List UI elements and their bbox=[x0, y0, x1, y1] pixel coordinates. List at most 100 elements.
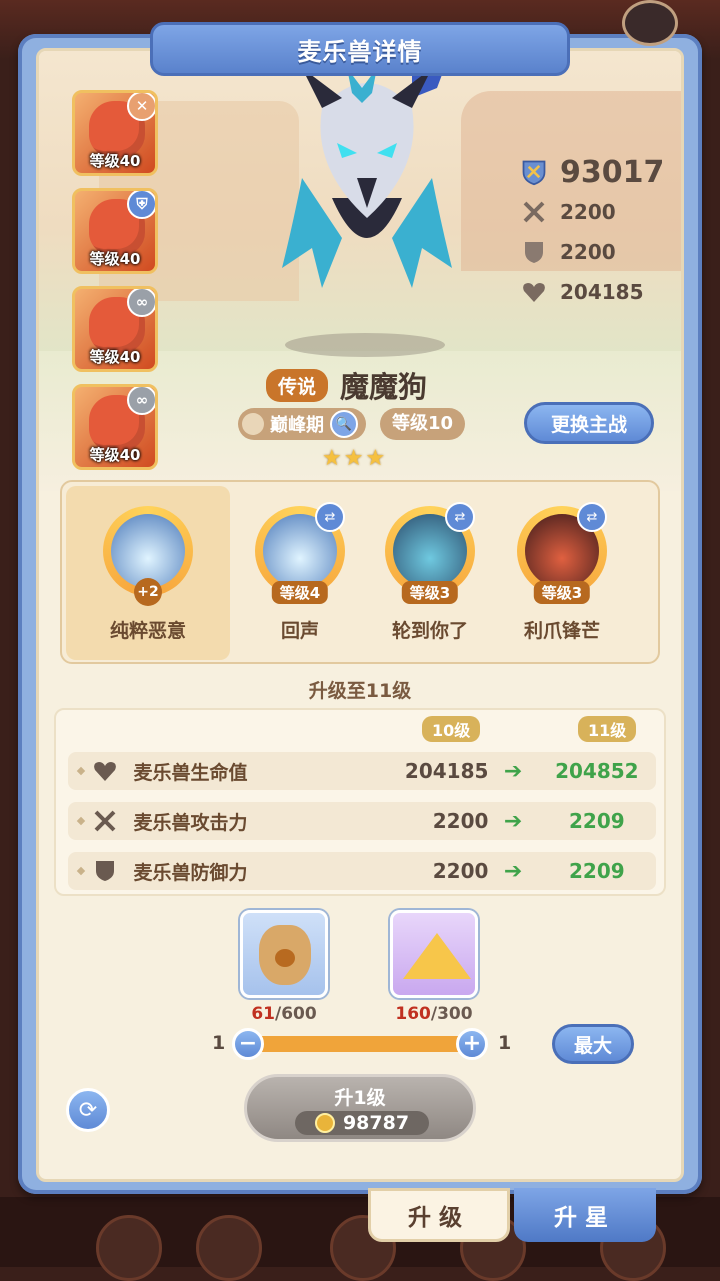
skill-name: 纯粹恶意 bbox=[109, 620, 186, 642]
pet-stats: 93017 2200 2200 204185 bbox=[520, 152, 664, 312]
to-level-header: 11级 bbox=[578, 716, 637, 742]
arrow-icon: ➔ bbox=[503, 858, 523, 884]
stage-label: 巅峰期 bbox=[270, 415, 324, 436]
cheese-icon bbox=[403, 933, 471, 979]
team-slot-level: 等级40 bbox=[89, 152, 141, 170]
pet-level-tag: 等级10 bbox=[380, 408, 466, 440]
swap-icon[interactable]: ⇄ bbox=[577, 502, 607, 532]
skill-icon bbox=[111, 514, 185, 588]
flower-icon bbox=[242, 413, 264, 435]
cheese-count: 160/300 bbox=[395, 1004, 473, 1024]
coin-icon bbox=[314, 1113, 335, 1133]
skill-level: 等级3 bbox=[401, 581, 459, 604]
cost-value: 98787 bbox=[342, 1112, 410, 1134]
link-icon: ∞ bbox=[127, 387, 155, 415]
stage-tag: 巅峰期 🔍 bbox=[238, 408, 366, 440]
level-up-cost: 98787 bbox=[295, 1111, 429, 1135]
skill-slot[interactable]: +2 纯粹恶意 bbox=[88, 506, 208, 643]
close-button[interactable] bbox=[622, 0, 678, 46]
team-slot[interactable]: ∞ 等级40 bbox=[72, 384, 158, 470]
attack-value: 2200 bbox=[560, 200, 616, 224]
defense-value: 2200 bbox=[560, 240, 616, 264]
slider-max-value: 1 bbox=[498, 1032, 512, 1054]
food-bag-item[interactable] bbox=[240, 910, 328, 998]
row-label: 麦乐兽防御力 bbox=[133, 861, 248, 884]
upgrade-title: 升级至11级 bbox=[308, 680, 412, 702]
pet-illustration bbox=[282, 48, 452, 288]
skills-panel: +2 纯粹恶意 ⇄ 等级4 回声 ⇄ 等级3 轮到你了 ⇄ 等级3 利爪锋芒 bbox=[60, 480, 660, 664]
skill-slot[interactable]: ⇄ 等级3 轮到你了 bbox=[370, 502, 490, 643]
team-slot-level: 等级40 bbox=[89, 446, 141, 464]
switch-main-button[interactable]: 更换主战 bbox=[524, 402, 654, 444]
slider-min-value: 1 bbox=[212, 1032, 226, 1054]
star-rating: ★★★ bbox=[322, 446, 388, 471]
team-slot[interactable]: ⛨ 等级40 bbox=[72, 188, 158, 274]
rarity-badge: 传说 bbox=[266, 368, 329, 402]
shield-icon bbox=[520, 238, 548, 266]
power-stat: 93017 bbox=[520, 152, 664, 192]
skill-level: 等级4 bbox=[271, 581, 329, 604]
pet-name: 魔魔狗 bbox=[340, 370, 428, 404]
arrow-icon: ➔ bbox=[503, 758, 523, 784]
upgrade-table: 10级 11级 麦乐兽生命值 204185 ➔ 204852 麦乐兽攻击力 22… bbox=[54, 708, 666, 896]
bottom-nav-icon bbox=[96, 1215, 162, 1281]
team-slot-level: 等级40 bbox=[89, 348, 141, 366]
table-row: 麦乐兽防御力 2200 ➔ 2209 bbox=[68, 852, 656, 890]
food-bag-icon bbox=[259, 925, 311, 985]
quantity-slider[interactable] bbox=[244, 1036, 476, 1052]
heart-icon bbox=[520, 278, 548, 306]
power-value: 93017 bbox=[560, 154, 665, 190]
minus-button[interactable]: − bbox=[232, 1028, 264, 1060]
tab-level-up[interactable]: 升级 bbox=[368, 1188, 510, 1242]
table-row: 麦乐兽生命值 204185 ➔ 204852 bbox=[68, 752, 656, 790]
swap-icon[interactable]: ⇄ bbox=[315, 502, 345, 532]
arrow-icon: ➔ bbox=[503, 808, 523, 834]
max-button[interactable]: 最大 bbox=[552, 1024, 634, 1064]
skill-bonus-badge: +2 bbox=[134, 578, 162, 606]
row-to-value: 2209 bbox=[569, 859, 625, 883]
swap-icon[interactable]: ⇄ bbox=[445, 502, 475, 532]
row-label: 麦乐兽攻击力 bbox=[133, 811, 248, 834]
paw-icon bbox=[275, 949, 295, 967]
refresh-icon: ⟳ bbox=[78, 1097, 98, 1123]
tab-star-up[interactable]: 升星 bbox=[514, 1188, 656, 1242]
team-slot[interactable]: ∞ 等级40 bbox=[72, 286, 158, 372]
level-up-label: 升1级 bbox=[334, 1087, 386, 1109]
bottom-nav-icon bbox=[196, 1215, 262, 1281]
link-icon: ∞ bbox=[127, 289, 155, 317]
pet-tags: 巅峰期 🔍 等级10 bbox=[238, 408, 466, 440]
team-slot[interactable]: ✕ 等级40 bbox=[72, 90, 158, 176]
food-count: 61/600 bbox=[251, 1004, 317, 1024]
defense-stat: 2200 bbox=[520, 232, 664, 272]
team-slot-level: 等级40 bbox=[89, 250, 141, 268]
cheese-item[interactable] bbox=[390, 910, 478, 998]
power-shield-icon bbox=[520, 158, 548, 186]
shield-icon: ⛨ bbox=[127, 191, 155, 219]
attack-stat: 2200 bbox=[520, 192, 664, 232]
hp-stat: 204185 bbox=[520, 272, 664, 312]
row-label: 麦乐兽生命值 bbox=[133, 761, 248, 784]
row-from-value: 2200 bbox=[432, 859, 489, 883]
skill-level: 等级3 bbox=[533, 581, 591, 604]
table-row: 麦乐兽攻击力 2200 ➔ 2209 bbox=[68, 802, 656, 840]
skill-name: 轮到你了 bbox=[391, 620, 468, 642]
row-from-value: 204185 bbox=[404, 759, 489, 783]
magnifier-icon[interactable]: 🔍 bbox=[330, 410, 358, 438]
close-icon: ✕ bbox=[127, 93, 155, 121]
from-level-header: 10级 bbox=[422, 716, 481, 742]
level-up-button[interactable]: 升1级 98787 bbox=[244, 1074, 476, 1142]
pet-name-row: 传说 魔魔狗 bbox=[266, 364, 427, 406]
row-from-value: 2200 bbox=[432, 809, 489, 833]
hp-value: 204185 bbox=[560, 280, 644, 304]
skill-slot[interactable]: ⇄ 等级4 回声 bbox=[240, 502, 360, 643]
row-to-value: 2209 bbox=[569, 809, 625, 833]
plus-button[interactable]: + bbox=[456, 1028, 488, 1060]
skill-slot[interactable]: ⇄ 等级3 利爪锋芒 bbox=[502, 502, 622, 643]
shield-icon bbox=[92, 858, 118, 884]
skill-name: 回声 bbox=[280, 620, 319, 642]
heart-icon bbox=[92, 758, 118, 784]
dialog-title: 麦乐兽详情 bbox=[150, 22, 570, 76]
row-to-value: 204852 bbox=[555, 759, 639, 783]
refresh-button[interactable]: ⟳ bbox=[66, 1088, 110, 1132]
swords-icon bbox=[92, 808, 118, 834]
